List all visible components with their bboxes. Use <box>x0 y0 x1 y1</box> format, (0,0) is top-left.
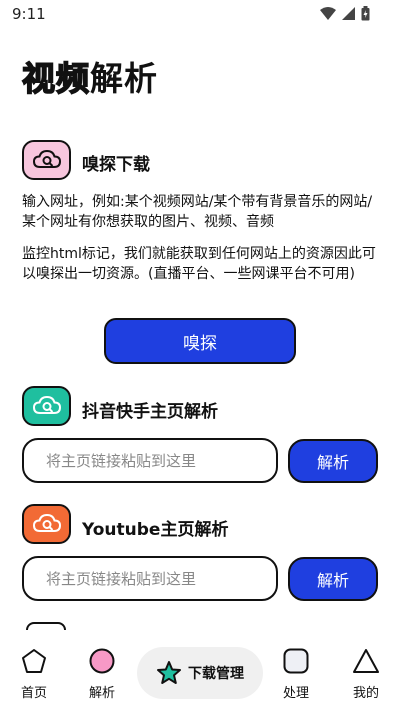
page-title-outlined: 视频 <box>21 58 90 99</box>
nav-label-mine: 我的 <box>352 686 379 701</box>
status-time: 9:11 <box>12 5 46 23</box>
nav-label-parse: 解析 <box>88 686 115 701</box>
nav-item-mine[interactable]: 我的 <box>336 648 396 701</box>
square-icon <box>283 648 309 674</box>
nav-label-process: 处理 <box>282 686 309 701</box>
nav-item-parse[interactable]: 解析 <box>72 648 132 701</box>
circle-icon <box>89 648 115 674</box>
youtube-cloud-icon <box>22 504 71 544</box>
nav-item-home[interactable]: 首页 <box>4 648 64 701</box>
youtube-card-title: Youtube主页解析 <box>82 520 229 540</box>
sniff-button[interactable]: 嗅探 <box>104 318 296 364</box>
triangle-icon <box>353 649 379 673</box>
wifi-icon <box>320 7 336 20</box>
sniff-cloud-icon <box>22 140 71 180</box>
sniff-description-2: 监控html标记，我们就能获取到任何网站上的资源因此可以嗅探出一切资源。(直播平… <box>22 246 376 282</box>
pentagon-icon <box>22 649 46 673</box>
youtube-parse-button[interactable]: 解析 <box>288 557 378 601</box>
nav-item-downloads[interactable]: 下载管理 <box>137 647 263 699</box>
nav-label-downloads: 下载管理 <box>188 666 244 682</box>
battery-icon <box>361 6 370 21</box>
status-bar: 9:11 <box>0 0 400 28</box>
douyin-parse-button[interactable]: 解析 <box>288 439 378 483</box>
signal-icon <box>342 7 355 20</box>
sniff-card-title: 嗅探下载 <box>82 155 150 175</box>
sniff-description-1: 输入网址，例如:某个视频网站/某个带有背景音乐的网站/某个网址有你想获取的图片、… <box>22 194 373 230</box>
next-card-peek <box>26 622 66 630</box>
douyin-url-input[interactable]: 将主页链接粘贴到这里 <box>22 438 278 483</box>
youtube-url-input[interactable]: 将主页链接粘贴到这里 <box>22 556 278 601</box>
star-icon <box>157 661 181 684</box>
nav-item-process[interactable]: 处理 <box>266 648 326 701</box>
nav-label-home: 首页 <box>20 686 47 701</box>
bottom-nav: 首页 解析 下载管理 处理 我的 <box>0 630 400 711</box>
status-icons <box>320 6 370 21</box>
page-title: 视频解析 <box>21 52 158 100</box>
douyin-cloud-icon <box>22 386 71 426</box>
page-title-solid: 解析 <box>90 59 158 98</box>
douyin-card-title: 抖音快手主页解析 <box>82 402 218 422</box>
